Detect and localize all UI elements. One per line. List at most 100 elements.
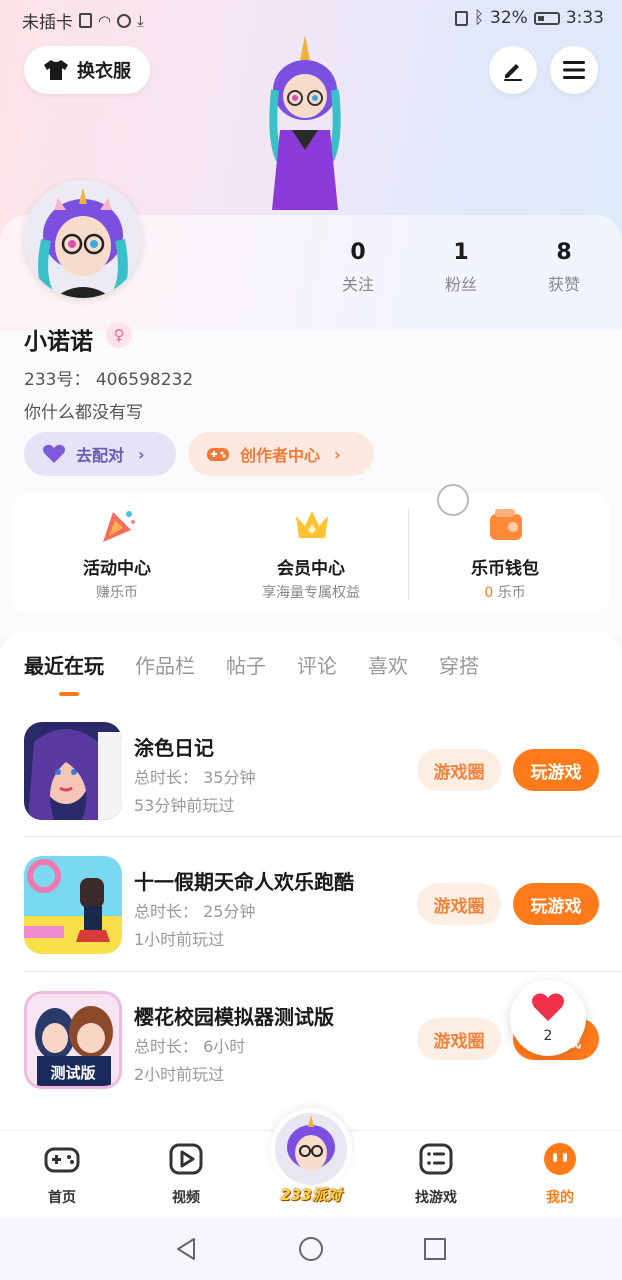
- tab-outfits[interactable]: 穿搭: [439, 650, 479, 679]
- carrier-text: 未插卡: [22, 13, 73, 33]
- nav-video[interactable]: 视频: [146, 1141, 226, 1207]
- nav-party[interactable]: [270, 1108, 352, 1190]
- stat-value: 8: [556, 240, 572, 265]
- match-label: 去配对: [76, 446, 125, 465]
- list-item[interactable]: 涂色日记 总时长： 35分钟 53分钟前玩过 游戏圈 玩游戏: [24, 722, 599, 822]
- system-navigation-bar: [0, 1218, 622, 1280]
- feature-subtitle: 享海量专属权益: [262, 585, 360, 601]
- party-avatar-icon: [275, 1113, 347, 1185]
- creator-label: 创作者中心: [240, 446, 321, 465]
- menu-button[interactable]: [550, 46, 598, 94]
- nav-label: 233派对: [280, 1186, 342, 1204]
- feature-panel: 活动中心 赚乐币 会员中心 享海量专属权益 乐币钱包 0 乐币: [12, 494, 610, 612]
- avatar-image: [24, 180, 142, 298]
- tab-works[interactable]: 作品栏: [135, 650, 195, 679]
- coin-balance: 0: [484, 585, 494, 601]
- download-icon: ⤓: [137, 11, 144, 30]
- sim-icon: [79, 13, 92, 28]
- feature-title: 乐币钱包: [471, 559, 539, 579]
- shirt-icon: [44, 60, 68, 80]
- party-icon: [103, 511, 135, 542]
- pen-icon: [504, 64, 522, 81]
- nav-find-games[interactable]: 找游戏: [396, 1141, 476, 1207]
- feature-subtitle: 0 乐币: [405, 582, 605, 602]
- avatar-3d-character[interactable]: [250, 30, 360, 220]
- clock-text: 3:33: [565, 8, 604, 28]
- chevron-right-icon: ›: [138, 444, 145, 464]
- play-game-button[interactable]: 玩游戏: [513, 883, 599, 925]
- bluetooth-icon: ᛒ: [473, 8, 485, 28]
- battery-text: 32%: [490, 8, 528, 28]
- nav-label: 视频: [172, 1190, 200, 1206]
- nav-label: 我的: [546, 1190, 574, 1206]
- video-icon: [169, 1143, 203, 1175]
- test-version-badge: 测试版: [50, 1064, 95, 1082]
- game-circle-button[interactable]: 游戏圈: [417, 883, 501, 925]
- play-game-button[interactable]: 玩游戏: [513, 749, 599, 791]
- profile-tabs: 最近在玩 作品栏 帖子 评论 喜欢 穿搭: [24, 650, 510, 679]
- feature-subtitle: 赚乐币: [96, 585, 138, 601]
- recents-icon[interactable]: [424, 1238, 446, 1260]
- nfc-icon: [454, 10, 468, 26]
- female-gender-icon: ♀: [106, 322, 132, 348]
- back-icon[interactable]: [174, 1237, 198, 1261]
- game-icon: [24, 722, 122, 820]
- game-duration: 总时长： 6小时: [134, 1037, 246, 1056]
- nav-home[interactable]: 首页: [22, 1141, 102, 1207]
- change-outfit-label: 换衣服: [77, 61, 131, 82]
- tab-likes[interactable]: 喜欢: [368, 650, 408, 679]
- feature-divider: [408, 508, 409, 600]
- stat-followers[interactable]: 1 粉丝: [431, 240, 491, 295]
- tab-indicator: [59, 692, 79, 696]
- wallet-icon: [490, 509, 522, 540]
- change-outfit-button[interactable]: 换衣服: [24, 46, 150, 94]
- stat-label: 关注: [341, 275, 374, 294]
- member-center[interactable]: 会员中心 享海量专属权益: [211, 494, 411, 612]
- user-id: 233号： 406598232: [24, 370, 194, 390]
- game-duration: 总时长： 35分钟: [134, 768, 256, 787]
- user-name: 小诺诺: [24, 329, 93, 355]
- game-name: 十一假期天命人欢乐跑酷: [134, 870, 354, 894]
- game-duration: 总时长： 25分钟: [134, 902, 256, 921]
- gamepad-icon: [44, 1147, 80, 1173]
- nav-me[interactable]: 我的: [520, 1141, 600, 1207]
- me-icon: [544, 1143, 576, 1175]
- stat-following[interactable]: 0 关注: [328, 240, 388, 295]
- list-item[interactable]: 十一假期天命人欢乐跑酷 总时长： 25分钟 1小时前玩过 游戏圈 玩游戏: [24, 856, 599, 956]
- game-name: 涂色日记: [134, 736, 214, 760]
- list-divider: [24, 971, 622, 972]
- coin-wallet[interactable]: 乐币钱包 0 乐币: [405, 494, 605, 612]
- stat-label: 获赞: [547, 275, 580, 294]
- avatar[interactable]: [24, 180, 142, 298]
- nav-label: 找游戏: [415, 1190, 457, 1206]
- match-button[interactable]: 去配对 ›: [24, 432, 176, 476]
- nav-label: 首页: [48, 1190, 76, 1206]
- tab-posts[interactable]: 帖子: [226, 650, 266, 679]
- game-last-played: 53分钟前玩过: [134, 796, 235, 815]
- game-last-played: 2小时前玩过: [134, 1065, 225, 1084]
- tab-comments[interactable]: 评论: [297, 650, 337, 679]
- game-circle-button[interactable]: 游戏圈: [417, 1018, 501, 1060]
- stat-likes[interactable]: 8 获赞: [534, 240, 594, 295]
- home-icon[interactable]: [298, 1236, 324, 1262]
- list-divider: [24, 836, 622, 837]
- game-last-played: 1小时前玩过: [134, 930, 225, 949]
- battery-icon: [533, 11, 560, 25]
- creator-center-button[interactable]: 创作者中心 ›: [188, 432, 374, 476]
- feature-title: 会员中心: [277, 559, 345, 579]
- game-circle-button[interactable]: 游戏圈: [417, 749, 501, 791]
- tab-recent[interactable]: 最近在玩: [24, 650, 104, 679]
- activity-center[interactable]: 活动中心 赚乐币: [17, 494, 217, 612]
- coin-unit: 乐币: [497, 585, 526, 601]
- stat-label: 粉丝: [444, 275, 477, 294]
- menu-icon: [563, 61, 585, 79]
- edit-profile-button[interactable]: [489, 46, 537, 94]
- like-floating-button[interactable]: 2: [510, 980, 586, 1056]
- game-name: 樱花校园模拟器测试版: [134, 1005, 334, 1029]
- heart-icon: [532, 993, 564, 1021]
- wifi-icon: ◠: [98, 11, 112, 30]
- feature-title: 活动中心: [83, 559, 151, 579]
- like-count: 2: [543, 1028, 553, 1044]
- chevron-right-icon: ›: [334, 444, 341, 464]
- heart-icon: [43, 444, 65, 463]
